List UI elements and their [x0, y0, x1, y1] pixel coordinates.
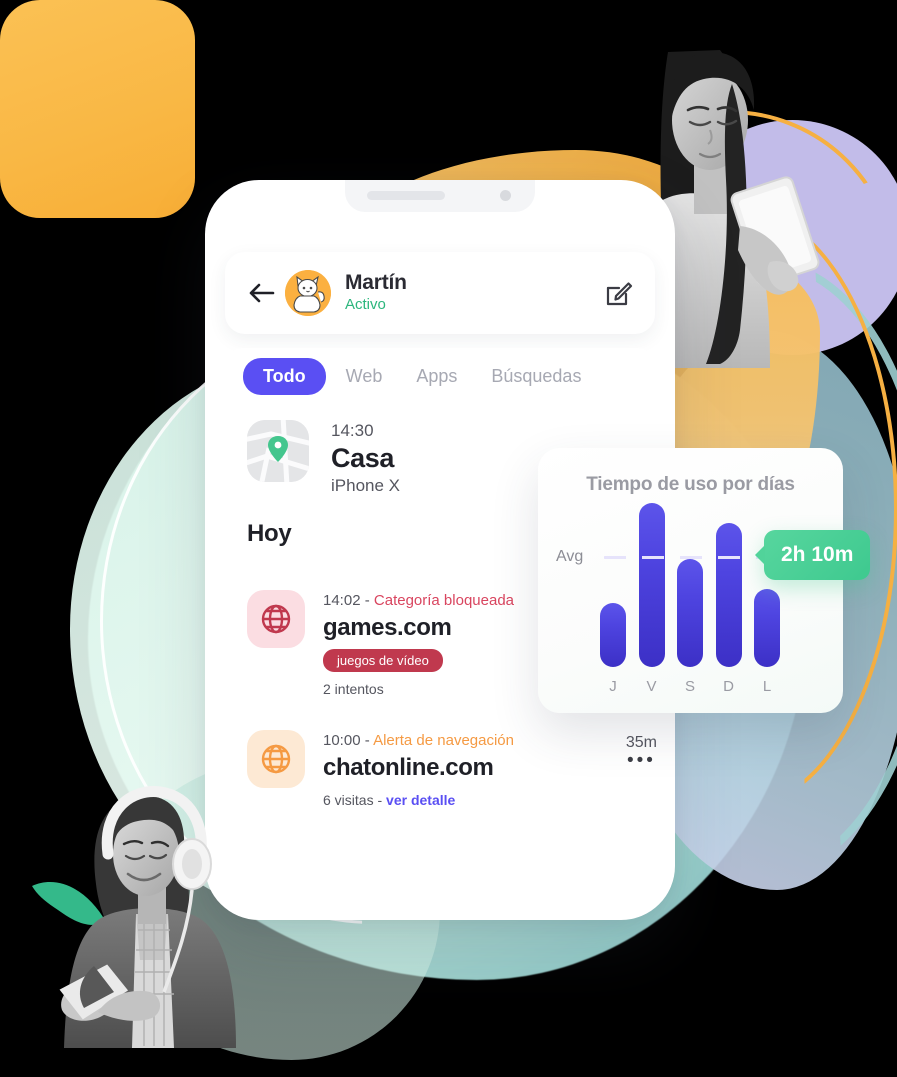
activity-category: Alerta de navegación: [373, 732, 514, 749]
bar-J: [600, 603, 626, 667]
activity-sub-separator: -: [377, 791, 383, 808]
activity-row-chatonline[interactable]: 10:00 - Alerta de navegación chatonline.…: [247, 730, 657, 808]
section-heading-hoy: Hoy: [247, 520, 292, 547]
chart-x-axis-labels: J V S D L: [600, 678, 780, 695]
x-label-L: L: [762, 678, 772, 695]
girl-photo-card-background: [0, 0, 195, 218]
chart-avg-label: Avg: [556, 548, 584, 565]
globe-icon: [247, 590, 305, 648]
activity-meta: 10:00 - Alerta de navegación: [323, 730, 626, 753]
x-label-J: J: [609, 678, 617, 695]
phone-notch: [345, 180, 535, 212]
profile-status: Activo: [345, 296, 386, 314]
cat-avatar[interactable]: [285, 270, 331, 316]
bar-column: [754, 589, 780, 667]
activity-time: 14:02: [323, 592, 361, 609]
average-tooltip-badge: 2h 10m: [764, 530, 871, 580]
bar-D: [715, 523, 742, 667]
more-options-icon[interactable]: •••: [626, 751, 657, 770]
activity-visit-count: 6 visitas: [323, 791, 374, 808]
bar-column: [600, 603, 626, 667]
activity-separator: -: [364, 732, 370, 749]
tab-web[interactable]: Web: [332, 358, 397, 395]
activity-subline: 6 visitas - ver detalle: [323, 792, 626, 808]
bar-S: [677, 559, 703, 667]
bar-column: [677, 559, 703, 667]
activity-body: 10:00 - Alerta de navegación chatonline.…: [323, 730, 626, 808]
activity-time: 10:00: [323, 732, 361, 749]
x-label-D: D: [723, 678, 734, 695]
location-device: iPhone X: [331, 476, 400, 496]
chart-bars: [600, 495, 780, 667]
usage-chart-card: Tiempo de uso por días Avg J V S D L 2h …: [538, 448, 871, 713]
location-title: Casa: [331, 443, 394, 474]
ver-detalle-link[interactable]: ver detalle: [386, 792, 455, 808]
x-label-V: V: [646, 678, 657, 695]
tab-apps[interactable]: Apps: [402, 358, 471, 395]
phone-camera-icon: [500, 190, 511, 201]
bar-V: [638, 503, 665, 667]
location-time: 14:30: [331, 421, 374, 440]
chart-title: Tiempo de uso por días: [586, 474, 795, 495]
activity-domain: chatonline.com: [323, 753, 494, 781]
activity-category-chip: juegos de vídeo: [323, 648, 443, 672]
activity-right-meta: 35m •••: [626, 730, 657, 770]
activity-separator: -: [364, 592, 370, 609]
filter-tab-bar: Todo Web Apps Búsquedas: [225, 348, 655, 404]
activity-category: Categoría bloqueada: [373, 592, 515, 609]
globe-icon: [247, 730, 305, 788]
edit-pencil-icon[interactable]: [605, 279, 633, 307]
back-arrow-icon[interactable]: [247, 278, 277, 308]
bar-column: [715, 523, 742, 667]
profile-identity: Martín Activo: [345, 271, 605, 315]
map-pin-icon: [247, 420, 309, 482]
location-text: 14:30 Casa iPhone X: [331, 420, 400, 498]
tab-busquedas[interactable]: Búsquedas: [477, 358, 595, 395]
tab-todo[interactable]: Todo: [243, 357, 326, 395]
profile-header-card: Martín Activo: [225, 252, 655, 334]
bar-column: [638, 503, 665, 667]
x-label-S: S: [684, 678, 695, 695]
girl-with-headphones-photo: [40, 780, 255, 1050]
illustration-stage: Martín Activo Todo Web Apps Búsquedas 14…: [0, 0, 897, 1077]
bar-L: [754, 589, 780, 667]
profile-name: Martín: [345, 271, 407, 295]
phone-speaker-icon: [367, 191, 445, 200]
